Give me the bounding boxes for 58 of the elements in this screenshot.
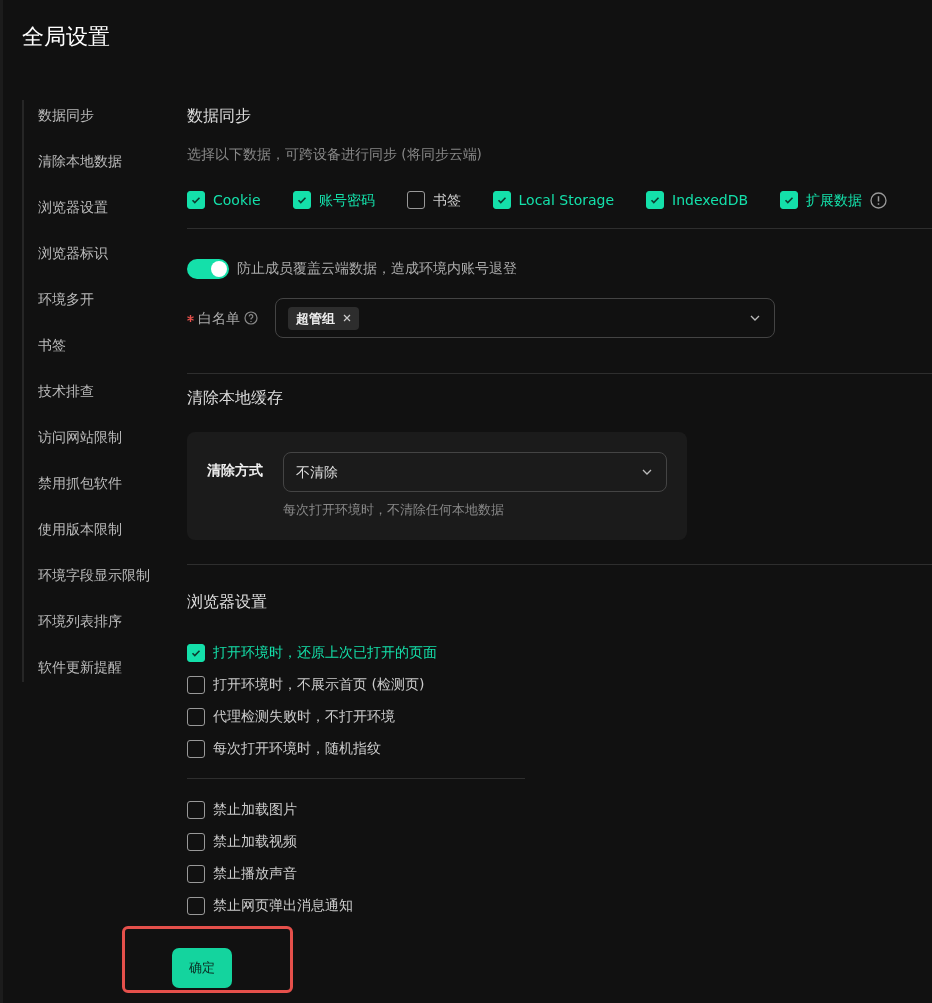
page-title: 全局设置	[21, 23, 111, 51]
checkbox[interactable]	[780, 191, 799, 210]
sidebar-item[interactable]: 浏览器设置	[24, 194, 170, 240]
sidebar-item[interactable]: 环境多开	[24, 286, 170, 332]
checkbox-label[interactable]: 打开环境时，不展示首页 (检测页)	[213, 674, 425, 696]
field-label: 白名单	[198, 308, 240, 328]
section-heading: 数据同步	[187, 105, 252, 127]
checkbox-label[interactable]: 打开环境时，还原上次已打开的页面	[213, 642, 437, 664]
checkbox[interactable]	[187, 739, 205, 758]
section-description: 选择以下数据，可跨设备进行同步 (将同步云端)	[187, 145, 483, 164]
checkbox[interactable]	[187, 707, 205, 726]
checkbox[interactable]	[406, 191, 425, 210]
sidebar-item[interactable]: 环境字段显示限制	[24, 562, 170, 608]
help-icon	[244, 311, 258, 326]
toggle-label: 防止成员覆盖云端数据，造成环境内账号退登	[237, 259, 517, 279]
checkbox[interactable]	[187, 191, 205, 210]
section-heading: 清除本地缓存	[187, 387, 284, 410]
sidebar-item[interactable]: 访问网站限制	[24, 424, 170, 470]
sidebar-item[interactable]: 软件更新提醒	[24, 654, 170, 700]
checkbox-label[interactable]: 账号密码	[318, 189, 375, 211]
checkbox-label[interactable]: Local Storage	[518, 189, 615, 211]
dropdown-value: 不清除	[296, 462, 339, 482]
toggle-switch[interactable]	[187, 258, 229, 279]
checkbox[interactable]	[187, 675, 205, 694]
sidebar-item[interactable]: 使用版本限制	[24, 516, 170, 562]
sidebar-item[interactable]: 清除本地数据	[24, 148, 170, 194]
checkbox-label[interactable]: 禁止网页弹出消息通知	[213, 895, 353, 917]
checkbox[interactable]	[187, 800, 205, 819]
field-label: 清除方式	[207, 461, 264, 481]
sidebar-item[interactable]: 禁用抓包软件	[24, 470, 170, 516]
checkbox-label[interactable]: 禁止播放声音	[213, 863, 297, 885]
sidebar-item[interactable]: 书签	[24, 332, 170, 378]
checkbox[interactable]	[187, 896, 205, 915]
checkbox[interactable]	[187, 832, 205, 851]
checkbox-label[interactable]: IndexedDB	[672, 189, 749, 211]
checkbox[interactable]	[646, 191, 665, 210]
dropdown[interactable]: 不清除	[283, 452, 667, 493]
sidebar-item[interactable]: 环境列表排序	[24, 608, 170, 654]
sidebar-item[interactable]: 技术排查	[24, 378, 170, 424]
multi-select[interactable]: 超管组	[275, 298, 775, 339]
confirm-button[interactable]: 确定	[172, 947, 232, 988]
checkbox-label[interactable]: 书签	[432, 189, 461, 211]
checkbox-label[interactable]: 禁止加载图片	[213, 799, 297, 821]
checkbox-label[interactable]: Cookie	[213, 189, 261, 211]
field-hint: 每次打开环境时，不清除任何本地数据	[283, 501, 505, 520]
checkbox-label[interactable]: 代理检测失败时，不打开环境	[213, 706, 395, 728]
checkbox-label[interactable]: 禁止加载视频	[213, 831, 297, 853]
checkbox-label[interactable]: 每次打开环境时，随机指纹	[213, 738, 381, 760]
sidebar-item[interactable]: 浏览器标识	[24, 240, 170, 286]
checkbox-label[interactable]: 扩展数据	[806, 189, 863, 211]
checkbox[interactable]	[187, 643, 205, 662]
checkbox[interactable]	[492, 191, 511, 210]
sidebar-item[interactable]: 数据同步	[24, 102, 170, 148]
checkbox[interactable]	[292, 191, 311, 210]
tag-label: 超管组	[296, 309, 335, 328]
close-icon[interactable]	[343, 314, 351, 323]
section-heading: 浏览器设置	[187, 590, 268, 613]
checkbox[interactable]	[187, 864, 205, 883]
